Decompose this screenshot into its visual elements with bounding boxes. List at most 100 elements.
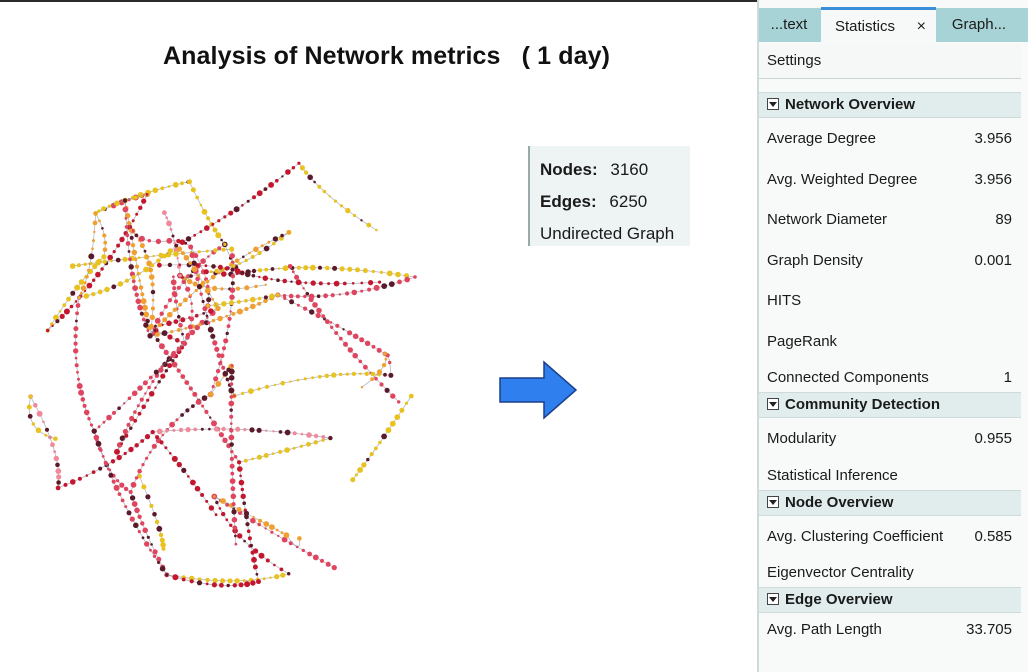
graph-node	[288, 293, 294, 299]
tab-statistics[interactable]: Statistics ×	[821, 7, 936, 43]
collapse-icon[interactable]	[767, 495, 779, 508]
graph-node	[170, 352, 176, 358]
graph-node	[250, 580, 256, 586]
graph-node	[145, 456, 149, 460]
graph-node	[134, 443, 139, 448]
graph-node	[210, 274, 216, 280]
graph-node	[117, 492, 122, 496]
settings-button[interactable]: Settings	[759, 44, 1021, 79]
graph-node	[180, 374, 186, 379]
graph-node	[134, 476, 139, 480]
stat-row-eigenvector-centrality[interactable]: Eigenvector Centrality	[759, 556, 1021, 587]
graph-node	[204, 264, 208, 268]
tab-context[interactable]: ...text	[759, 8, 819, 42]
graph-node	[187, 179, 192, 185]
stat-row-modularity[interactable]: Modularity 0.955	[759, 418, 1021, 459]
stat-value: 3.956	[974, 130, 1012, 147]
graph-node	[384, 357, 388, 361]
graph-node	[76, 383, 83, 389]
collapse-icon[interactable]	[767, 398, 779, 410]
graph-node	[239, 474, 242, 478]
graph-node	[116, 243, 121, 248]
graph-node	[290, 280, 293, 283]
stat-row-network-diameter[interactable]: Network Diameter 89	[759, 199, 1021, 240]
collapse-icon[interactable]	[767, 593, 779, 605]
graph-node	[225, 377, 230, 382]
graph-node	[281, 175, 284, 178]
graph-node	[241, 204, 244, 207]
graph-node	[364, 340, 371, 346]
graph-node	[205, 249, 209, 253]
tab-graph[interactable]: Graph...	[939, 8, 1019, 42]
graph-node	[63, 482, 68, 487]
graph-node	[181, 577, 186, 582]
stat-row-pagerank[interactable]: PageRank	[759, 321, 1021, 362]
graph-node	[189, 329, 196, 336]
graph-node	[180, 317, 186, 323]
graph-node	[295, 279, 302, 286]
stat-row-graph-density[interactable]: Graph Density 0.001	[759, 240, 1021, 281]
graph-node	[399, 407, 405, 413]
graph-node	[150, 543, 153, 546]
stat-row-statistical-inference[interactable]: Statistical Inference	[759, 459, 1021, 490]
graph-node	[143, 266, 150, 273]
graph-node	[205, 582, 209, 586]
graph-node	[389, 420, 396, 427]
collapse-icon[interactable]	[767, 98, 779, 110]
graph-node	[176, 368, 181, 373]
graph-node	[322, 189, 327, 194]
graph-node	[184, 380, 190, 385]
stat-name: PageRank	[767, 332, 838, 350]
graph-node	[224, 266, 229, 271]
section-node-overview[interactable]: Node Overview	[759, 489, 1021, 516]
graph-node	[82, 403, 87, 408]
graph-node	[176, 285, 181, 290]
graph-node	[209, 270, 213, 273]
graph-node	[265, 429, 268, 432]
graph-node	[140, 439, 145, 443]
graph-node	[247, 536, 252, 541]
graph-node	[203, 269, 209, 275]
graph-node	[144, 434, 151, 440]
graph-node	[345, 291, 350, 296]
graph-node	[307, 551, 312, 557]
graph-node	[101, 206, 106, 211]
graph-node	[211, 222, 215, 226]
graph-node	[333, 280, 340, 287]
graph-node	[200, 493, 205, 497]
graph-node	[122, 428, 128, 435]
stat-row-average-degree[interactable]: Average Degree 3.956	[759, 118, 1021, 159]
graph-node	[165, 216, 168, 220]
graph-node	[78, 389, 85, 396]
graph-node	[272, 430, 275, 433]
stat-row-avg-clustering-coefficient[interactable]: Avg. Clustering Coefficient 0.585	[759, 516, 1021, 557]
graph-node	[172, 307, 178, 312]
graph-node	[141, 463, 145, 467]
graph-node	[262, 275, 268, 281]
stat-row-avg-path-length[interactable]: Avg. Path Length 33.705	[759, 613, 1021, 644]
graph-node	[90, 262, 93, 265]
stat-row-hits[interactable]: HITS	[759, 280, 1021, 321]
graph-node	[50, 442, 55, 448]
graph-node	[201, 395, 208, 401]
graph-node	[189, 293, 193, 297]
graph-node	[193, 233, 197, 237]
stat-row-connected-components[interactable]: Connected Components 1	[759, 361, 1021, 392]
graph-node	[80, 285, 87, 291]
graph-type: Undirected Graph	[540, 224, 675, 243]
graph-node	[195, 276, 200, 282]
section-edge-overview[interactable]: Edge Overview	[759, 587, 1021, 613]
graph-node	[201, 404, 205, 408]
graph-node	[283, 532, 290, 539]
section-network-overview[interactable]: Network Overview	[759, 92, 1021, 118]
section-community-detection[interactable]: Community Detection	[759, 392, 1021, 418]
stat-row-avg-weighted-degree[interactable]: Avg. Weighted Degree 3.956	[759, 159, 1021, 200]
graph-node	[230, 267, 235, 272]
graph-node	[251, 268, 257, 274]
close-icon[interactable]: ×	[917, 10, 926, 44]
graph-node	[157, 323, 162, 328]
graph-node	[103, 460, 108, 465]
graph-node	[122, 198, 128, 203]
graph-node	[190, 479, 196, 486]
graph-node	[227, 316, 232, 321]
